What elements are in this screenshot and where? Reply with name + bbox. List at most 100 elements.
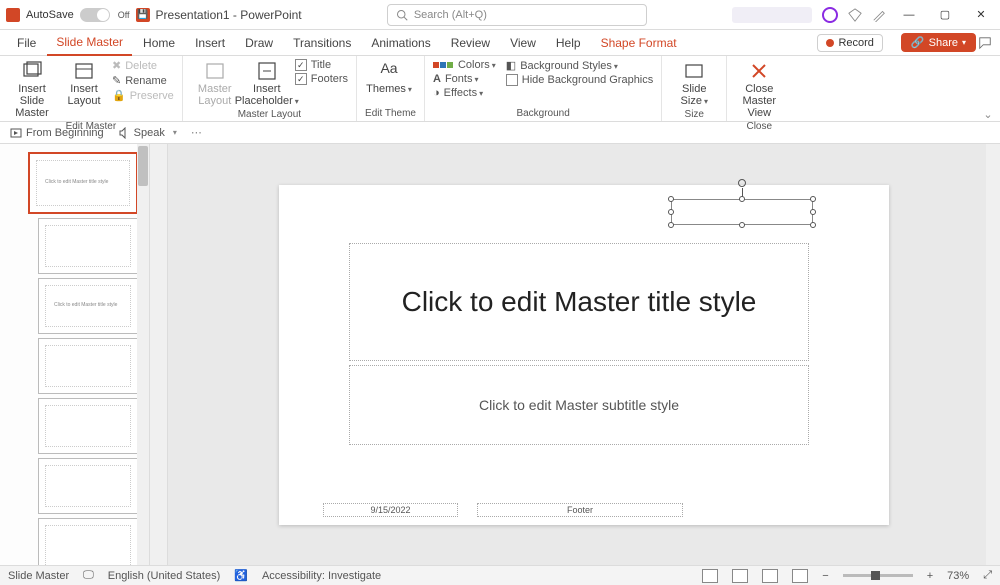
group-master-layout: Master Layout Insert Placeholder ✓Title … xyxy=(183,56,357,121)
tab-slide-master[interactable]: Slide Master xyxy=(47,30,132,56)
thumbnail-layout-2[interactable]: Click to edit Master title style xyxy=(38,278,138,334)
tab-transitions[interactable]: Transitions xyxy=(284,30,360,56)
slideshow-view-button[interactable] xyxy=(792,569,808,583)
canvas-scrollbar[interactable] xyxy=(986,144,1000,565)
group-label-size: Size xyxy=(670,107,718,120)
reading-view-button[interactable] xyxy=(762,569,778,583)
account-area[interactable] xyxy=(732,7,812,23)
thumbnail-layout-3[interactable] xyxy=(38,338,138,394)
restore-button[interactable]: ▢ xyxy=(932,5,958,25)
background-styles-button[interactable]: ◧Background Styles xyxy=(506,59,653,72)
zoom-out-button[interactable]: − xyxy=(822,570,828,582)
tab-shape-format[interactable]: Shape Format xyxy=(592,30,686,56)
resize-handle-e[interactable] xyxy=(810,209,816,215)
resize-handle-n[interactable] xyxy=(739,196,745,202)
share-button[interactable]: 🔗Share▾ xyxy=(901,33,976,52)
thumbnail-master[interactable]: Click to edit Master title style xyxy=(28,152,138,214)
zoom-slider[interactable] xyxy=(843,574,913,577)
thumbnail-layout-5[interactable] xyxy=(38,458,138,514)
rename-button[interactable]: ✎Rename xyxy=(112,74,174,87)
zoom-readout[interactable]: 73% xyxy=(947,570,969,582)
slide-master-icon xyxy=(22,61,42,81)
rename-icon: ✎ xyxy=(112,74,121,87)
insert-slide-master-button[interactable]: Insert Slide Master xyxy=(8,59,56,119)
fit-to-window-button[interactable]: ⤢ xyxy=(983,569,992,582)
tab-animations[interactable]: Animations xyxy=(362,30,439,56)
themes-button[interactable]: Aa Themes xyxy=(365,59,413,95)
search-box[interactable]: Search (Alt+Q) xyxy=(387,4,647,26)
tab-view[interactable]: View xyxy=(501,30,545,56)
title-placeholder[interactable]: Click to edit Master title style xyxy=(349,243,809,361)
status-lang-icon[interactable]: 🖵 xyxy=(83,569,94,582)
slide-master[interactable]: Click to edit Master title style Click t… xyxy=(279,185,889,525)
group-edit-master: Insert Slide Master Insert Layout ✖Delet… xyxy=(0,56,183,121)
user-avatar[interactable] xyxy=(822,7,838,23)
group-edit-theme: Aa Themes Edit Theme xyxy=(357,56,425,121)
group-size: Slide Size Size xyxy=(662,56,727,121)
minimize-button[interactable]: — xyxy=(896,5,922,25)
qat-overflow-button[interactable]: ⋯ xyxy=(191,126,202,139)
tab-draw[interactable]: Draw xyxy=(236,30,282,56)
selected-placeholder[interactable] xyxy=(671,199,813,225)
title-bar: AutoSave Off 💾 Presentation1 - PowerPoin… xyxy=(0,0,1000,30)
resize-handle-s[interactable] xyxy=(739,222,745,228)
delete-button: ✖Delete xyxy=(112,59,174,72)
slide-size-button[interactable]: Slide Size xyxy=(670,59,718,107)
draw-icon[interactable] xyxy=(872,8,886,22)
comments-icon[interactable] xyxy=(978,36,992,50)
thumbnail-layout-6[interactable] xyxy=(38,518,138,565)
sorter-view-button[interactable] xyxy=(732,569,748,583)
zoom-in-button[interactable]: + xyxy=(927,570,933,582)
preserve-button: 🔒Preserve xyxy=(112,89,174,102)
close-master-view-button[interactable]: Close Master View xyxy=(735,59,783,119)
resize-handle-ne[interactable] xyxy=(810,196,816,202)
effects-button[interactable]: ◑Effects xyxy=(433,87,496,99)
record-button[interactable]: Record xyxy=(817,34,882,52)
normal-view-button[interactable] xyxy=(702,569,718,583)
accessibility-icon[interactable]: ♿ xyxy=(234,569,248,582)
app-icon xyxy=(6,8,20,22)
resize-handle-w[interactable] xyxy=(668,209,674,215)
ribbon-collapse-button[interactable]: ⌄ xyxy=(976,56,1000,121)
record-dot-icon xyxy=(826,39,834,47)
insert-placeholder-button[interactable]: Insert Placeholder xyxy=(243,59,291,107)
colors-button[interactable]: Colors xyxy=(433,59,496,71)
preserve-icon: 🔒 xyxy=(112,89,126,102)
ruler-vertical xyxy=(150,144,168,565)
date-placeholder[interactable]: 9/15/2022 xyxy=(323,503,458,517)
bgstyles-icon: ◧ xyxy=(506,59,516,72)
tab-insert[interactable]: Insert xyxy=(186,30,234,56)
tab-home[interactable]: Home xyxy=(134,30,184,56)
status-accessibility[interactable]: Accessibility: Investigate xyxy=(262,570,381,582)
play-icon xyxy=(10,127,22,139)
fonts-button[interactable]: AFonts xyxy=(433,73,496,85)
speak-button[interactable]: Speak xyxy=(118,127,177,139)
resize-handle-nw[interactable] xyxy=(668,196,674,202)
autosave-toggle[interactable] xyxy=(80,8,110,22)
rotation-handle[interactable] xyxy=(738,179,746,187)
tab-help[interactable]: Help xyxy=(547,30,590,56)
thumbnail-scrollbar[interactable] xyxy=(137,144,149,565)
thumbnail-layout-1[interactable] xyxy=(38,218,138,274)
subtitle-placeholder[interactable]: Click to edit Master subtitle style xyxy=(349,365,809,445)
resize-handle-se[interactable] xyxy=(810,222,816,228)
title-checkbox[interactable]: ✓Title xyxy=(295,59,348,71)
footers-checkbox[interactable]: ✓Footers xyxy=(295,73,348,85)
close-window-button[interactable]: ✕ xyxy=(968,5,994,25)
footer-placeholder[interactable]: Footer xyxy=(477,503,683,517)
fonts-icon: A xyxy=(433,73,441,85)
insert-layout-button[interactable]: Insert Layout xyxy=(60,59,108,107)
diamond-icon[interactable] xyxy=(848,8,862,22)
resize-handle-sw[interactable] xyxy=(668,222,674,228)
save-icon[interactable]: 💾 xyxy=(136,8,150,22)
from-beginning-button[interactable]: From Beginning xyxy=(10,127,104,139)
status-view: Slide Master xyxy=(8,570,69,582)
group-label-edit-theme: Edit Theme xyxy=(365,106,416,119)
hide-bg-checkbox[interactable]: Hide Background Graphics xyxy=(506,74,653,86)
speak-icon xyxy=(118,127,130,139)
tab-review[interactable]: Review xyxy=(442,30,499,56)
status-language[interactable]: English (United States) xyxy=(108,570,221,582)
ribbon: Insert Slide Master Insert Layout ✖Delet… xyxy=(0,56,1000,122)
tab-file[interactable]: File xyxy=(8,30,45,56)
thumbnail-layout-4[interactable] xyxy=(38,398,138,454)
